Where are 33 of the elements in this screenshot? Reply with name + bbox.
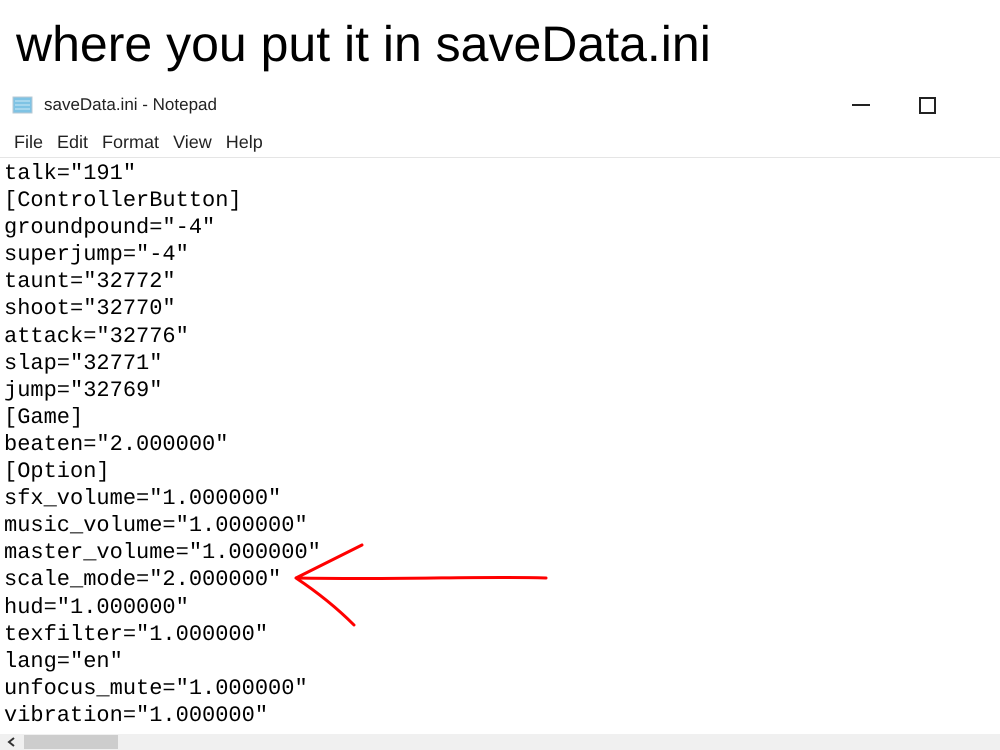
text-line: lang="en" — [4, 648, 123, 675]
text-line: groundpound="-4" — [4, 214, 216, 242]
text-line: vibration="1.000000" — [4, 702, 268, 729]
menu-item[interactable]: Help — [220, 129, 269, 156]
text-line: scale_mode="2.000000" — [4, 566, 282, 594]
text-line: [Game] — [4, 404, 84, 431]
minimize-icon — [852, 104, 870, 106]
text-line: texfilter="1.000000" — [4, 620, 268, 648]
horizontal-scrollbar[interactable] — [0, 734, 1000, 750]
menu-item[interactable]: View — [167, 129, 218, 156]
text-line: attack="32776" — [4, 322, 189, 350]
text-line: music_volume="1.000000" — [4, 512, 308, 540]
text-line: sfx_volume="1.000000" — [4, 485, 282, 512]
text-line: beaten="2.000000" — [4, 430, 228, 458]
text-line: master_volume="1.000000" — [4, 539, 321, 566]
text-line: slap="32771" — [4, 350, 162, 377]
text-line: unfocus_mute="1.000000" — [4, 674, 308, 702]
maximize-icon — [918, 96, 936, 114]
text-line: talk="191" — [4, 160, 136, 188]
slide-title: where you put it in saveData.ini — [15, 15, 711, 74]
text-line: hud="1.000000" — [4, 594, 189, 621]
text-line: taunt="32772" — [4, 268, 176, 296]
notepad-icon — [12, 96, 34, 114]
text-line: superjump="-4" — [4, 241, 189, 268]
text-line: jump="32769" — [4, 376, 162, 404]
text-line: shoot="32770" — [4, 295, 176, 323]
window-title: saveData.ini - Notepad — [44, 94, 217, 116]
text-line: [Option] — [4, 458, 110, 486]
menu-item[interactable]: Format — [96, 129, 166, 156]
menu-item[interactable]: Edit — [51, 129, 94, 156]
menu-item[interactable]: File — [8, 129, 50, 156]
text-line: [ControllerButton] — [4, 187, 242, 214]
scrollbar-thumb[interactable] — [24, 735, 118, 749]
